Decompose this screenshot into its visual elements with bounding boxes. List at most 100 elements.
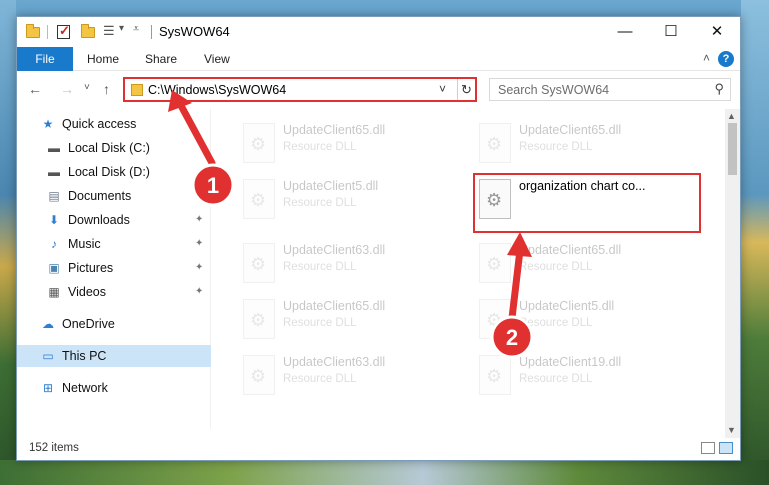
navigation-bar: ← → ˅ ↑ C:\Windows\SysWOW64 ˅ ↻ Search S… <box>17 72 740 106</box>
sidebar-item-network[interactable]: ⊞ Network <box>17 377 211 399</box>
search-icon[interactable]: ⚲ <box>714 81 724 97</box>
dll-file-icon <box>243 355 275 395</box>
window-title: SysWOW64 <box>159 24 230 39</box>
sidebar-item-quick-access[interactable]: ★ Quick access <box>17 113 211 135</box>
folder-icon <box>131 84 143 96</box>
file-item[interactable]: UpdateClient5.dll Resource DLL <box>473 293 693 345</box>
sidebar-item-label: Downloads <box>68 213 130 227</box>
file-item[interactable]: UpdateClient65.dll Resource DLL <box>473 117 693 169</box>
title-bar: ☰ ▾ ⩡ SysWOW64 — ☐ ✕ <box>17 17 740 47</box>
file-type: Resource DLL <box>283 373 357 385</box>
back-button[interactable]: ← <box>28 81 42 97</box>
file-type: Resource DLL <box>519 373 593 385</box>
documents-icon: ▤ <box>48 189 60 203</box>
chevron-down-icon[interactable]: ˅ <box>439 82 446 96</box>
file-name: UpdateClient65.dll <box>519 243 622 257</box>
new-folder-icon[interactable] <box>81 24 97 40</box>
tab-home[interactable]: Home <box>87 47 119 71</box>
large-icons-view-button[interactable] <box>719 442 733 454</box>
ribbon-tabs: File Home Share View ˄ ? <box>17 47 740 71</box>
dll-file-icon <box>479 299 511 339</box>
file-item[interactable]: UpdateClient65.dll Resource DLL <box>237 293 457 345</box>
file-type: Resource DLL <box>283 261 357 273</box>
sidebar-item-videos[interactable]: ▦ Videos ✦ <box>17 281 211 303</box>
sidebar-item-downloads[interactable]: ⬇ Downloads ✦ <box>17 209 211 231</box>
sidebar-item-local-disk-c[interactable]: ▬ Local Disk (C:) <box>17 137 211 159</box>
forward-button[interactable]: → <box>60 81 74 97</box>
address-path[interactable]: C:\Windows\SysWOW64 <box>148 83 286 97</box>
dll-file-icon <box>479 355 511 395</box>
sidebar-item-music[interactable]: ♪ Music ✦ <box>17 233 211 255</box>
sidebar-item-pictures[interactable]: ▣ Pictures ✦ <box>17 257 211 279</box>
file-item[interactable]: UpdateClient63.dll Resource DLL <box>237 349 457 401</box>
pictures-icon: ▣ <box>48 261 60 275</box>
search-input[interactable]: Search SysWOW64 ⚲ <box>489 78 731 101</box>
file-type: Resource DLL <box>519 261 593 273</box>
details-view-button[interactable] <box>701 442 715 454</box>
file-type: Resource DLL <box>283 141 357 153</box>
dll-file-icon <box>243 123 275 163</box>
file-name: UpdateClient63.dll <box>283 243 386 257</box>
scroll-down-icon[interactable]: ▼ <box>727 425 736 435</box>
videos-icon: ▦ <box>48 285 60 299</box>
pin-icon: ✦ <box>195 262 204 273</box>
sidebar-item-label: Documents <box>68 189 132 203</box>
file-item[interactable]: UpdateClient19.dll Resource DLL <box>473 349 693 401</box>
properties-icon[interactable] <box>57 23 73 40</box>
tab-view[interactable]: View <box>204 47 230 71</box>
sidebar-item-onedrive[interactable]: ☁ OneDrive <box>17 313 211 335</box>
cloud-icon: ☁ <box>42 317 54 331</box>
scroll-thumb[interactable] <box>728 123 737 175</box>
desktop-background-right <box>741 0 769 485</box>
file-item[interactable]: UpdateClient63.dll Resource DLL <box>237 237 457 289</box>
tab-share[interactable]: Share <box>145 47 177 71</box>
file-name: UpdateClient65.dll <box>283 123 386 137</box>
sidebar-item-label: This PC <box>62 349 107 363</box>
sidebar-item-label: Local Disk (C:) <box>68 141 150 155</box>
dll-file-icon <box>243 179 275 219</box>
search-placeholder: Search SysWOW64 <box>498 83 610 97</box>
pin-icon: ✦ <box>195 286 204 297</box>
maximize-button[interactable]: ☐ <box>648 17 694 47</box>
vertical-scrollbar[interactable]: ▲ ▼ <box>725 109 740 439</box>
file-item[interactable]: UpdateClient65.dll Resource DLL <box>237 117 457 169</box>
desktop-background-left <box>0 0 16 485</box>
sidebar-item-documents[interactable]: ▤ Documents ✦ <box>17 185 211 207</box>
file-type: Resource DLL <box>519 141 593 153</box>
sidebar-item-label: Videos <box>68 285 106 299</box>
file-name: UpdateClient65.dll <box>283 299 386 313</box>
help-icon[interactable]: ? <box>718 51 734 67</box>
recent-locations-button[interactable]: ˅ <box>84 82 90 93</box>
sidebar-item-this-pc[interactable]: ▭ This PC <box>17 345 211 367</box>
music-icon: ♪ <box>51 237 57 251</box>
up-button[interactable]: ↑ <box>103 81 110 97</box>
file-name: UpdateClient65.dll <box>519 123 622 137</box>
sidebar-item-label: Music <box>68 237 101 251</box>
sidebar-item-local-disk-d[interactable]: ▬ Local Disk (D:) <box>17 161 211 183</box>
dll-file-icon <box>479 243 511 283</box>
drive-icon: ▬ <box>48 165 60 179</box>
file-item[interactable]: UpdateClient65.dll Resource DLL <box>473 237 693 289</box>
minimize-button[interactable]: — <box>602 17 648 47</box>
customize-toolbar-icon[interactable]: ☰ <box>103 23 119 39</box>
sidebar-item-label: OneDrive <box>62 317 115 331</box>
file-item[interactable]: UpdateClient5.dll Resource DLL <box>237 173 457 225</box>
tab-file[interactable]: File <box>17 47 73 71</box>
sidebar-item-label: Quick access <box>62 117 137 131</box>
close-button[interactable]: ✕ <box>694 17 740 47</box>
refresh-button[interactable]: ↻ <box>457 79 475 100</box>
file-type: Resource DLL <box>519 317 593 329</box>
dropdown-arrow-icon[interactable]: ⩡ <box>133 23 149 39</box>
sidebar-item-label: Network <box>62 381 108 395</box>
sidebar-item-label: Pictures <box>68 261 114 275</box>
star-icon: ★ <box>42 117 54 131</box>
dll-file-icon <box>243 243 275 283</box>
navigation-pane: ★ Quick access ▬ Local Disk (C:) ▬ Local Disk… <box>17 109 211 429</box>
file-name: UpdateClient19.dll <box>519 355 622 369</box>
drive-icon: ▬ <box>48 141 60 155</box>
dll-file-icon <box>243 299 275 339</box>
address-bar[interactable]: C:\Windows\SysWOW64 ˅ ↻ <box>123 77 477 102</box>
scroll-up-icon[interactable]: ▲ <box>727 111 736 121</box>
collapse-ribbon-icon[interactable]: ˄ <box>703 51 710 65</box>
file-highlight-box <box>473 173 701 233</box>
